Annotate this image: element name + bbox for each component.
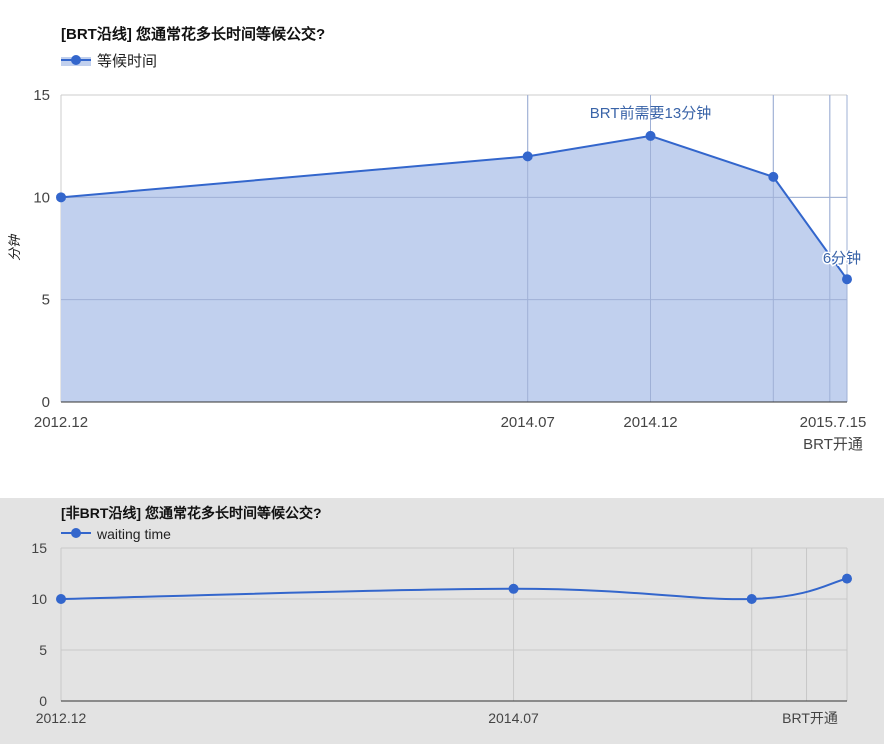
x-tick-label: 2014.07: [501, 414, 555, 431]
top-chart-panel: 0 5 10 15 BRT前需要13分钟 6分钟 2012.12 2014.07 2014.12…: [0, 0, 884, 498]
y-tick-label: 10: [31, 591, 47, 607]
annotation-label: 6分钟: [823, 250, 861, 267]
x-tick-label: 2014.07: [488, 710, 539, 726]
bottom-chart-svg: 0 5 10 15 2012.12 2014.07 BRT开通 [非BRT沿线] 您通常花多长…: [31, 505, 852, 726]
data-point: [508, 583, 519, 594]
series-area: [61, 135, 847, 402]
x-tick-label: 2015.7.15: [800, 414, 867, 431]
data-point: [746, 594, 757, 604]
y-tick-label: 0: [39, 693, 47, 709]
legend-swatch-dot: [71, 528, 81, 538]
series-line: [60, 577, 848, 601]
data-point: [842, 573, 852, 584]
y-tick-label: 10: [33, 189, 50, 206]
y-tick-label: 5: [39, 642, 47, 658]
x-tick-label: BRT开通: [803, 436, 863, 453]
data-point: [842, 274, 852, 285]
bottom-chart-panel: 0 5 10 15 2012.12 2014.07 BRT开通 [非BRT沿线] 您通常花多长…: [0, 498, 884, 744]
legend-label: 等候时间: [97, 52, 157, 70]
data-point: [56, 594, 66, 604]
y-tick-label: 0: [42, 394, 50, 411]
data-point: [522, 151, 533, 162]
top-chart-svg: 0 5 10 15 BRT前需要13分钟 6分钟 2012.12 2014.07 2014.12…: [7, 25, 867, 453]
annotation-label: BRT前需要13分钟: [590, 105, 711, 122]
chart-title: [非BRT沿线] 您通常花多长时间等候公交?: [61, 505, 322, 521]
x-tick-label: 2012.12: [34, 414, 88, 431]
y-tick-label: 5: [42, 292, 50, 309]
legend-label: waiting time: [96, 526, 171, 542]
chart-title: [BRT沿线] 您通常花多长时间等候公交?: [61, 25, 325, 43]
data-point: [56, 192, 66, 203]
x-tick-label: BRT开通: [782, 710, 838, 726]
y-axis-label: 分钟: [7, 233, 22, 261]
y-tick-label: 15: [33, 87, 50, 104]
x-tick-label: 2012.12: [36, 710, 87, 726]
data-point: [645, 130, 656, 141]
data-point: [768, 171, 779, 182]
legend-swatch-dot: [71, 55, 81, 65]
x-tick-label: 2014.12: [623, 414, 677, 431]
y-tick-label: 15: [31, 540, 47, 556]
